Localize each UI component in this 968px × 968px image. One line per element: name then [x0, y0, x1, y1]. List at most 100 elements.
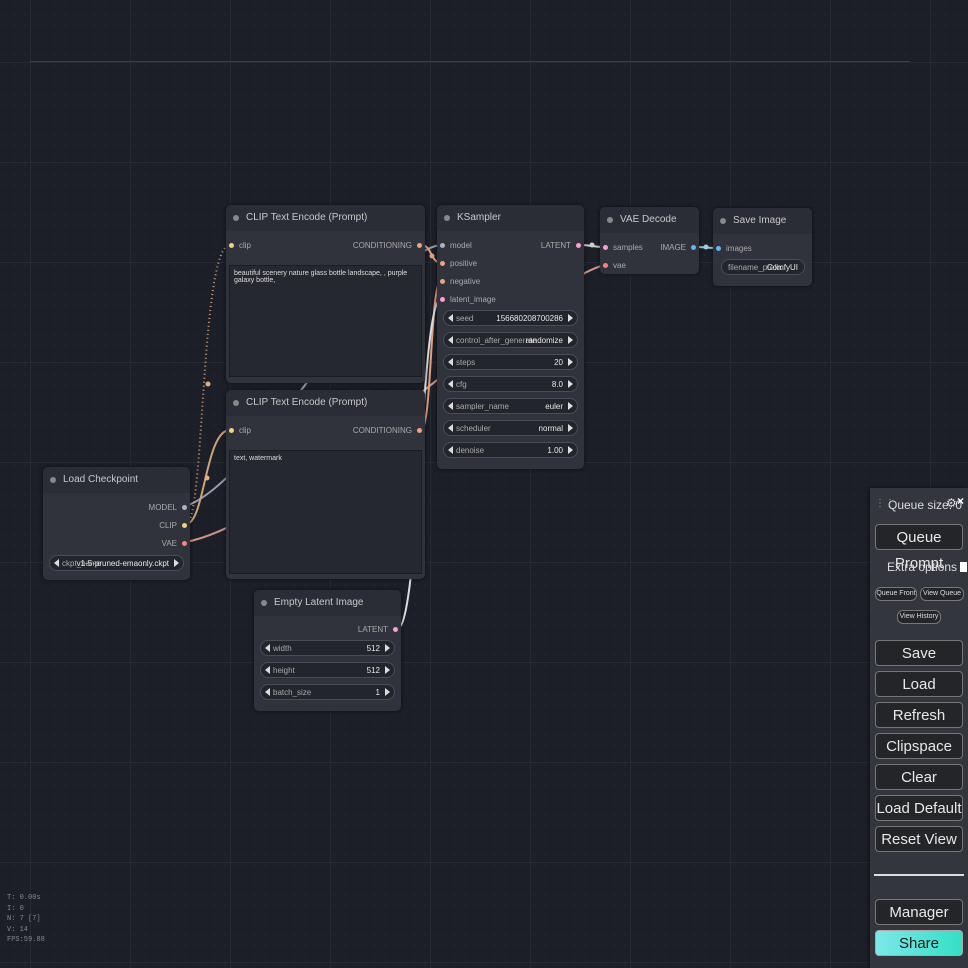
input-slot-samples[interactable]: samples [603, 243, 643, 252]
collapse-dot[interactable] [50, 477, 56, 483]
decrement-arrow-icon[interactable] [54, 559, 59, 567]
input-slot-images[interactable]: images [716, 244, 752, 253]
prompt-textarea[interactable]: text, watermark [229, 450, 422, 574]
queue-front-button[interactable]: Queue Front [875, 587, 917, 601]
output-slot-clip[interactable]: CLIP [159, 521, 187, 530]
widget-batch-size[interactable]: batch_size 1 [260, 684, 395, 700]
decrement-arrow-icon[interactable] [448, 424, 453, 432]
node-title[interactable]: CLIP Text Encode (Prompt) [226, 205, 425, 231]
load-default-button[interactable]: Load Default [875, 795, 963, 821]
increment-arrow-icon[interactable] [174, 559, 179, 567]
clear-button[interactable]: Clear [875, 764, 963, 790]
view-history-button[interactable]: View History [897, 610, 941, 624]
extra-options-checkbox[interactable] [960, 562, 968, 572]
decrement-arrow-icon[interactable] [265, 666, 270, 674]
node-title[interactable]: CLIP Text Encode (Prompt) [226, 390, 425, 416]
widget-filename-prefix[interactable]: filename_prefix ComfyUI [721, 259, 805, 275]
input-slot-positive[interactable]: positive [440, 259, 477, 268]
widget-ckpt-name[interactable]: ckpt_name v1-5-pruned-emaonly.ckpt [49, 555, 184, 571]
empty-latent-image-node[interactable]: Empty Latent Image LATENT width 512 heigh… [254, 590, 401, 711]
decrement-arrow-icon[interactable] [265, 644, 270, 652]
increment-arrow-icon[interactable] [385, 688, 390, 696]
slot-label: samples [613, 243, 643, 252]
increment-arrow-icon[interactable] [568, 402, 573, 410]
output-slot-conditioning[interactable]: CONDITIONING [353, 241, 422, 250]
output-slot-vae[interactable]: VAE [162, 539, 187, 548]
collapse-dot[interactable] [444, 215, 450, 221]
output-slot-conditioning[interactable]: CONDITIONING [353, 426, 422, 435]
stat-time: T: 0.00s [7, 894, 41, 902]
decrement-arrow-icon[interactable] [448, 446, 453, 454]
share-button[interactable]: Share [875, 930, 963, 956]
increment-arrow-icon[interactable] [568, 424, 573, 432]
input-slot-clip[interactable]: clip [229, 426, 251, 435]
collapse-dot[interactable] [607, 217, 613, 223]
clip-text-encode-positive-node[interactable]: CLIP Text Encode (Prompt) clip CONDITION… [226, 205, 425, 383]
close-icon[interactable]: × [957, 494, 964, 508]
gear-icon[interactable]: ⚙ [946, 496, 957, 510]
view-queue-button[interactable]: View Queue [920, 587, 964, 601]
decrement-arrow-icon[interactable] [265, 688, 270, 696]
node-title[interactable]: Save Image [713, 208, 812, 234]
refresh-button[interactable]: Refresh [875, 702, 963, 728]
slot-label: clip [239, 426, 252, 435]
stat-nodes: N: 7 [7] [7, 915, 41, 923]
decrement-arrow-icon[interactable] [448, 402, 453, 410]
node-title[interactable]: Empty Latent Image [254, 590, 401, 616]
clipspace-button[interactable]: Clipspace [875, 733, 963, 759]
decrement-arrow-icon[interactable] [448, 314, 453, 322]
save-image-node[interactable]: Save Image images filename_prefix ComfyUI [713, 208, 812, 286]
reset-view-button[interactable]: Reset View [875, 826, 963, 852]
prompt-textarea[interactable]: beautiful scenery nature glass bottle la… [229, 265, 422, 377]
queue-prompt-button[interactable]: Queue Prompt [875, 524, 963, 572]
widget-scheduler[interactable]: scheduler normal [443, 420, 578, 436]
increment-arrow-icon[interactable] [385, 666, 390, 674]
load-checkpoint-node[interactable]: Load Checkpoint MODEL CLIP VAE ckpt_name… [43, 467, 190, 580]
increment-arrow-icon[interactable] [568, 446, 573, 454]
stat-i: I: 0 [7, 904, 24, 913]
widget-sampler-name[interactable]: sampler_name euler [443, 398, 578, 414]
input-slot-latent-image[interactable]: latent_image [440, 295, 496, 304]
widget-seed[interactable]: seed 156680208700286 [443, 310, 578, 326]
widget-height[interactable]: height 512 [260, 662, 395, 678]
collapse-dot[interactable] [233, 215, 239, 221]
increment-arrow-icon[interactable] [568, 314, 573, 322]
load-button[interactable]: Load [875, 671, 963, 697]
widget-cfg[interactable]: cfg 8.0 [443, 376, 578, 392]
collapse-dot[interactable] [720, 218, 726, 224]
slot-label: vae [613, 261, 626, 270]
increment-arrow-icon[interactable] [568, 380, 573, 388]
output-slot-model[interactable]: MODEL [149, 503, 187, 512]
increment-arrow-icon[interactable] [568, 336, 573, 344]
node-title-text: CLIP Text Encode (Prompt) [246, 212, 368, 223]
output-slot-image[interactable]: IMAGE [660, 243, 696, 252]
vae-decode-node[interactable]: VAE Decode samples vae IMAGE [600, 207, 699, 274]
slot-label: latent_image [450, 295, 496, 304]
widget-denoise[interactable]: denoise 1.00 [443, 442, 578, 458]
collapse-dot[interactable] [233, 400, 239, 406]
input-slot-model[interactable]: model [440, 241, 472, 250]
input-slot-negative[interactable]: negative [440, 277, 480, 286]
save-button[interactable]: Save [875, 640, 963, 666]
decrement-arrow-icon[interactable] [448, 358, 453, 366]
extra-options-toggle[interactable]: Extra options [887, 560, 968, 574]
decrement-arrow-icon[interactable] [448, 380, 453, 388]
increment-arrow-icon[interactable] [568, 358, 573, 366]
collapse-dot[interactable] [261, 600, 267, 606]
node-title[interactable]: Load Checkpoint [43, 467, 190, 493]
widget-value: 512 [366, 644, 380, 653]
node-title[interactable]: KSampler [437, 205, 584, 231]
input-slot-clip[interactable]: clip [229, 241, 251, 250]
manager-button[interactable]: Manager [875, 899, 963, 925]
decrement-arrow-icon[interactable] [448, 336, 453, 344]
ksampler-node[interactable]: KSampler model positive negative latent_… [437, 205, 584, 469]
output-slot-latent[interactable]: LATENT [541, 241, 581, 250]
node-title[interactable]: VAE Decode [600, 207, 699, 233]
input-slot-vae[interactable]: vae [603, 261, 626, 270]
widget-control-after-generate[interactable]: control_after_generate randomize [443, 332, 578, 348]
output-slot-latent[interactable]: LATENT [358, 625, 398, 634]
increment-arrow-icon[interactable] [385, 644, 390, 652]
clip-text-encode-negative-node[interactable]: CLIP Text Encode (Prompt) clip CONDITION… [226, 390, 425, 579]
widget-steps[interactable]: steps 20 [443, 354, 578, 370]
widget-width[interactable]: width 512 [260, 640, 395, 656]
